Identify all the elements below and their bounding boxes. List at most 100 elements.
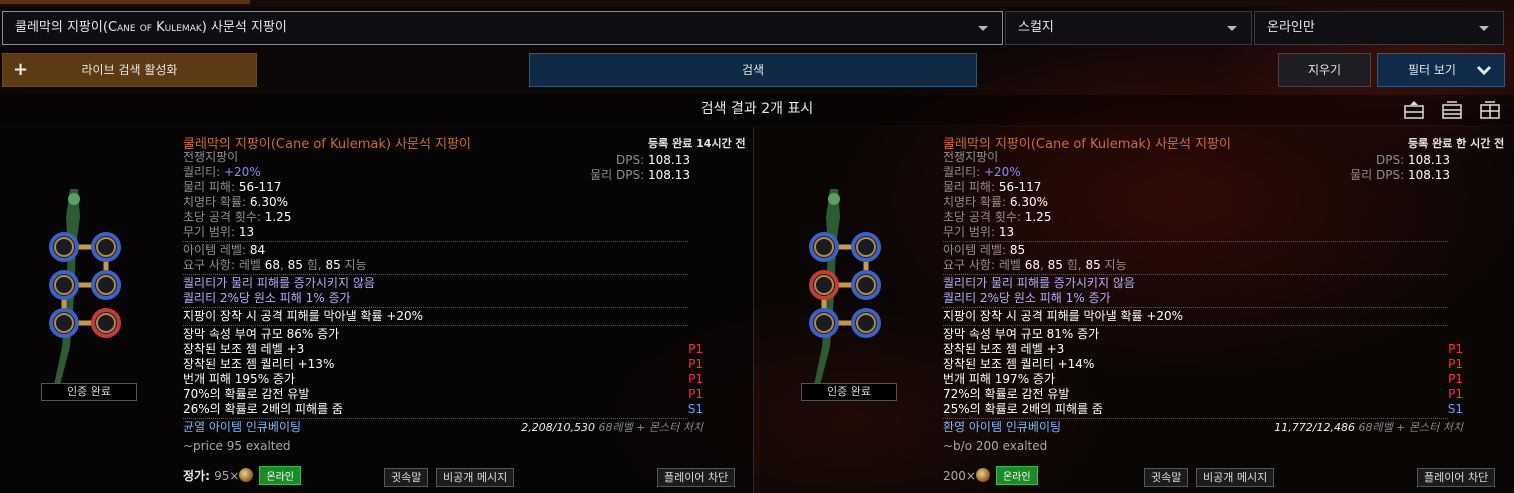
- phys-value: 56-117: [998, 180, 1042, 194]
- chevron-down-icon[interactable]: [1227, 26, 1237, 31]
- league-select[interactable]: 스컬지: [1005, 11, 1252, 45]
- pdps-label: 물리 DPS:: [590, 168, 648, 182]
- ilvl-label: 아이템 레벨:: [943, 243, 1010, 257]
- show-filters-label: 필터 보기: [1408, 63, 1456, 77]
- mod-text: 번개 피해 195% 증가: [183, 372, 295, 386]
- implicit-mod: 퀄리티가 물리 피해를 증가시키지 않음: [943, 276, 1463, 291]
- mod-tier-tag: P1: [1448, 357, 1463, 371]
- mod-text: 장막 속성 부여 규모 86% 증가: [183, 327, 340, 341]
- dps-value: 108.13: [648, 153, 690, 167]
- req-str-label: 힘,: [1062, 258, 1086, 272]
- range-label: 무기 범위:: [183, 225, 239, 239]
- chevron-down-icon[interactable]: [1479, 26, 1489, 31]
- mod-text: 72%의 확률로 감전 유발: [943, 387, 1070, 401]
- phys-label: 물리 피해:: [943, 180, 999, 194]
- top-accent: [0, 0, 250, 4]
- req-int-value: 85: [1085, 258, 1101, 272]
- block-player-button[interactable]: 플레이어 차단: [657, 468, 736, 487]
- plus-icon: +: [13, 59, 29, 80]
- dps-block: DPS: 108.13 물리 DPS: 108.13: [560, 153, 690, 183]
- crit-label: 치명타 확률:: [183, 195, 250, 209]
- req-line: 요구 사항: 레벨 68, 85 힘, 85 지능: [183, 258, 703, 273]
- price-label: 정가:: [183, 469, 215, 483]
- incubator-requirement: 68레벨 + 몬스터 처치: [1358, 421, 1463, 434]
- show-filters-button[interactable]: 필터 보기: [1377, 53, 1505, 87]
- dps-block: DPS: 108.13 물리 DPS: 108.13: [1320, 153, 1450, 183]
- req-label: 요구 사항:: [183, 258, 239, 272]
- incubator-requirement: 68레벨 + 몬스터 처치: [598, 421, 703, 434]
- explicit-mod: 25%의 확률로 2배의 피해를 줌 S1: [943, 402, 1463, 417]
- aps-value: 1.25: [1024, 210, 1052, 224]
- item-type-label: 전쟁지팡이: [943, 150, 999, 164]
- req-label: 요구 사항:: [943, 258, 999, 272]
- mod-text: 장막 속성 부여 규모 81% 증가: [943, 327, 1100, 341]
- enchant-mod: 지팡이 장착 시 공격 피해를 막아낼 확률 +20%: [183, 309, 703, 324]
- result-card: 인증 완료 등록 완료 한 시간 전 쿨레막의 지팡이(Cane of Kulema…: [760, 127, 1514, 493]
- aps-label: 초당 공격 횟수:: [183, 210, 265, 224]
- exalted-orb-icon: [239, 468, 254, 482]
- crit-label: 치명타 확률:: [943, 195, 1010, 209]
- quality-label: 퀄리티:: [943, 165, 984, 179]
- clear-label: 지우기: [1307, 63, 1342, 77]
- private-message-button[interactable]: 비공개 메시지: [436, 468, 515, 487]
- compact-view-icon[interactable]: [1404, 101, 1424, 119]
- aps-label: 초당 공격 횟수:: [943, 210, 1025, 224]
- list-view-icon[interactable]: [1442, 101, 1462, 119]
- grid-view-icon[interactable]: [1480, 101, 1500, 119]
- quality-label: 퀄리티:: [183, 165, 224, 179]
- chevron-down-icon[interactable]: [978, 26, 988, 31]
- seller-note: ~b/o 200 exalted: [943, 439, 1048, 453]
- mod-text: 장착된 보조 젬 퀄리티 +14%: [943, 357, 1095, 371]
- result-card: 인증 완료 등록 완료 14시간 전 쿨레막의 지팡이(Cane of Kulema…: [0, 127, 754, 493]
- incubator-line: 환영 아이템 인큐베이팅 11,772/12,486 68레벨 + 몬스터 처치: [943, 420, 1463, 435]
- item-name[interactable]: 쿨레막의 지팡이(Cane of Kulemak) 사문석 지팡이: [943, 133, 1463, 152]
- req-str-value: 85: [1047, 258, 1063, 272]
- search-label: 검색: [741, 63, 765, 77]
- aps-line: 초당 공격 횟수: 1.25: [183, 210, 703, 225]
- separator: [183, 325, 688, 326]
- item-name[interactable]: 쿨레막의 지팡이(Cane of Kulemak) 사문석 지팡이: [183, 133, 703, 152]
- item-search-input[interactable]: 쿨레막의 지팡이(Cane of Kulemak) 사문석 지팡이: [2, 11, 1003, 45]
- status-value: 온라인만: [1267, 20, 1315, 35]
- pdps-line: 물리 DPS: 108.13: [560, 168, 690, 183]
- whisper-button[interactable]: 귓속말: [384, 468, 429, 487]
- block-player-button[interactable]: 플레이어 차단: [1417, 468, 1496, 487]
- implicit-mod: 퀄리티 2%당 원소 피해 1% 증가: [943, 291, 1463, 306]
- whisper-button[interactable]: 귓속말: [1144, 468, 1189, 487]
- item-art-image: [49, 189, 121, 385]
- mod-text: 26%의 확률로 2배의 피해를 줌: [183, 402, 343, 416]
- live-search-button[interactable]: + 라이브 검색 활성화: [2, 53, 257, 87]
- item-art-image: [809, 189, 881, 385]
- live-search-label: 라이브 검색 활성화: [81, 63, 178, 77]
- enchant-mod: 지팡이 장착 시 공격 피해를 막아낼 확률 +20%: [943, 309, 1463, 324]
- online-badge: 온라인: [259, 466, 301, 485]
- results-title: 검색 결과 2개 표시: [700, 101, 814, 117]
- verified-badge: 인증 완료: [41, 383, 137, 401]
- private-message-button[interactable]: 비공개 메시지: [1196, 468, 1275, 487]
- implicit-text: 퀄리티가 물리 피해를 증가시키지 않음: [943, 276, 1135, 290]
- dps-line: DPS: 108.13: [1320, 153, 1450, 168]
- separator: [183, 418, 688, 419]
- seller-note: ~price 95 exalted: [183, 439, 291, 453]
- aps-value: 1.25: [264, 210, 292, 224]
- incubator-text: 균열 아이템 인큐베이팅: [183, 420, 302, 434]
- mod-tier-tag: P1: [1448, 342, 1463, 356]
- crit-line: 치명타 확률: 6.30%: [183, 195, 703, 210]
- mod-tier-tag: P1: [688, 342, 703, 356]
- separator: [943, 325, 1448, 326]
- results-header: 검색 결과 2개 표시: [0, 95, 1514, 125]
- incubator-progress: 2,208/10,530 68레벨 + 몬스터 처치: [521, 420, 703, 435]
- pdps-value: 108.13: [648, 168, 690, 182]
- online-status-select[interactable]: 온라인만: [1254, 11, 1504, 45]
- range-label: 무기 범위:: [943, 225, 999, 239]
- price-row: 정가: 95× 온라인: [183, 466, 301, 485]
- explicit-mod: 72%의 확률로 감전 유발 P1: [943, 387, 1463, 402]
- price-value: 200×: [943, 469, 976, 483]
- clear-button[interactable]: 지우기: [1278, 53, 1371, 87]
- separator: [183, 274, 688, 275]
- separator: [943, 241, 1448, 242]
- enchant-text: 지팡이 장착 시 공격 피해를 막아낼 확률 +20%: [183, 309, 424, 323]
- item-name-prefix: 쿨레막의 지팡이(: [15, 20, 108, 35]
- search-button[interactable]: 검색: [529, 53, 977, 87]
- phys-value: 56-117: [238, 180, 282, 194]
